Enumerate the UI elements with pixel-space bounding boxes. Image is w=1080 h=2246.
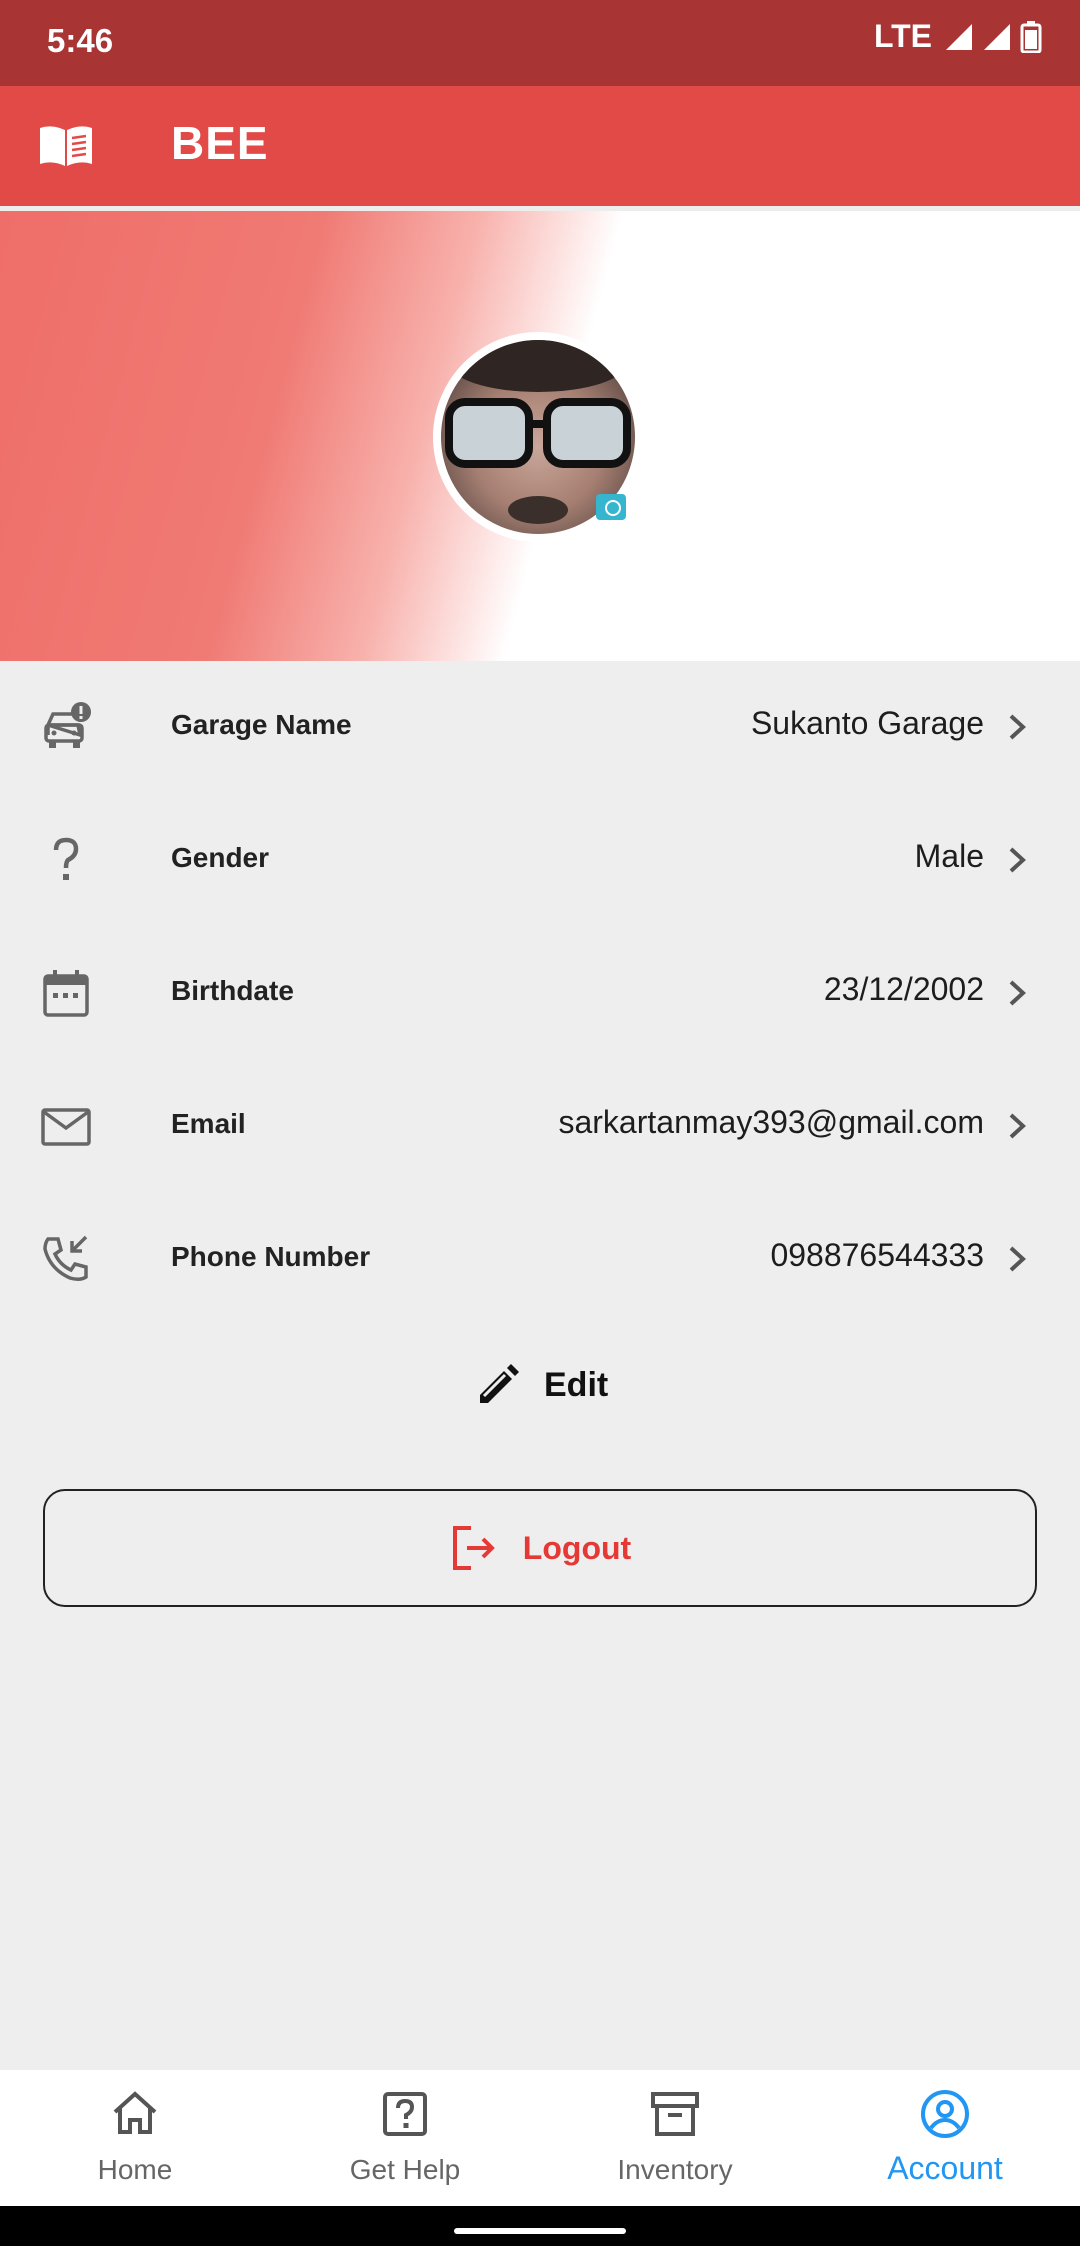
signal-icon-2 <box>984 23 1010 50</box>
chevron-right-icon <box>1009 1246 1026 1272</box>
edit-button[interactable]: Edit <box>474 1355 624 1415</box>
signal-icon <box>946 23 972 50</box>
birthdate-row[interactable]: Birthdate 23/12/2002 <box>0 927 1080 1060</box>
status-bar: 5:46 LTE <box>0 0 1080 86</box>
app-title: BEE <box>171 117 269 169</box>
email-label: Email <box>171 1108 246 1139</box>
book-icon[interactable] <box>38 122 94 170</box>
gender-row[interactable]: Gender Male <box>0 794 1080 927</box>
network-type: LTE <box>873 18 932 54</box>
phone-value: 098876544333 <box>770 1237 984 1273</box>
birthdate-label: Birthdate <box>171 975 294 1006</box>
bottom-navigation: Home Get Help Inventory Account <box>0 2070 1080 2206</box>
profile-banner <box>0 211 1080 661</box>
battery-icon <box>1020 20 1042 53</box>
nav-label-account: Account <box>887 2150 1003 2186</box>
calendar-icon <box>43 970 89 1017</box>
app-bar: BEE <box>0 86 1080 206</box>
status-icons: LTE <box>874 18 1042 55</box>
pencil-icon <box>480 1364 519 1403</box>
account-circle-icon <box>921 2090 969 2138</box>
chevron-right-icon <box>1009 847 1026 873</box>
nav-item-get-help[interactable]: Get Help <box>270 2070 540 2206</box>
phone-callback-icon <box>43 1235 88 1282</box>
nav-item-inventory[interactable]: Inventory <box>540 2070 810 2206</box>
nav-label-home: Home <box>97 2154 173 2185</box>
garage-name-label: Garage Name <box>171 709 352 740</box>
home-gesture-handle[interactable] <box>454 2228 626 2234</box>
home-icon <box>113 2091 157 2134</box>
profile-info-list: Garage Name Sukanto Garage Gender Male B… <box>0 661 1080 1326</box>
car-alert-icon <box>44 702 91 748</box>
email-value: sarkartanmay393@gmail.com <box>558 1104 984 1140</box>
chevron-right-icon <box>1009 1113 1026 1139</box>
edit-label: Edit <box>544 1365 609 1404</box>
garage-name-value: Sukanto Garage <box>750 705 984 741</box>
gender-value: Male <box>914 838 984 874</box>
email-row[interactable]: Email sarkartanmay393@gmail.com <box>0 1060 1080 1193</box>
logout-icon <box>452 1526 495 1570</box>
nav-label-get-help: Get Help <box>349 2154 461 2185</box>
status-time: 5:46 <box>47 22 114 59</box>
birthdate-value: 23/12/2002 <box>823 971 984 1007</box>
chevron-right-icon <box>1009 980 1026 1006</box>
logout-button[interactable]: Logout <box>43 1489 1037 1607</box>
phone-label: Phone Number <box>171 1241 371 1272</box>
mail-icon <box>41 1108 91 1146</box>
garage-name-row[interactable]: Garage Name Sukanto Garage <box>0 661 1080 794</box>
nav-item-account[interactable]: Account <box>810 2070 1080 2206</box>
question-icon <box>53 837 79 880</box>
camera-icon[interactable] <box>596 494 626 520</box>
chevron-right-icon <box>1009 714 1026 740</box>
archive-icon <box>651 2092 699 2136</box>
system-gesture-bar <box>0 2206 1080 2246</box>
nav-item-home[interactable]: Home <box>0 2070 270 2206</box>
logout-label: Logout <box>522 1529 632 1566</box>
gender-label: Gender <box>171 842 270 873</box>
nav-label-inventory: Inventory <box>617 2154 733 2185</box>
help-icon <box>383 2092 427 2136</box>
phone-row[interactable]: Phone Number 098876544333 <box>0 1193 1080 1326</box>
